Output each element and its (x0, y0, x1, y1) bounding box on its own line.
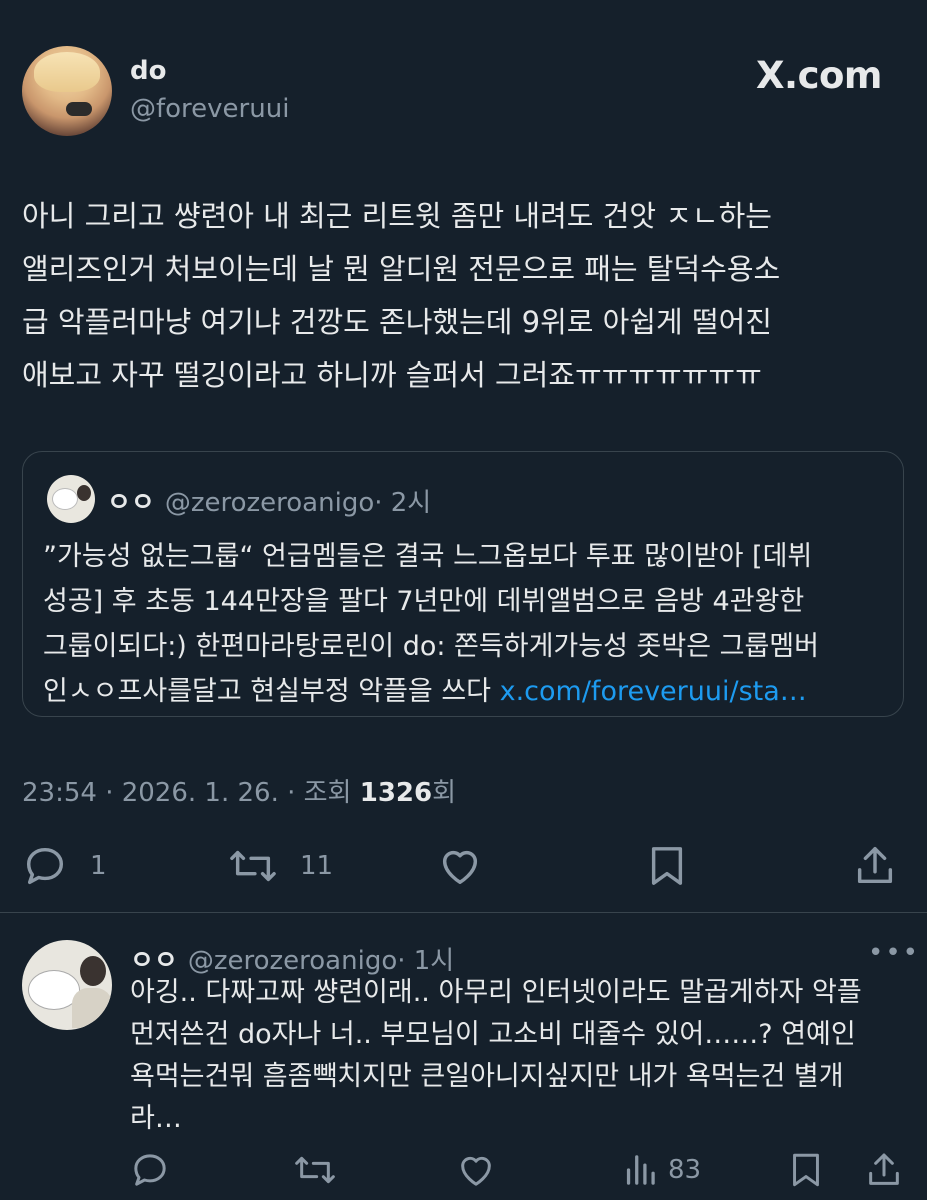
reply-count: 1 (90, 851, 107, 881)
views-icon (626, 1155, 655, 1185)
quoted-author-avatar (47, 475, 95, 523)
quoted-author-handle: @zerozeroanigo (164, 488, 375, 518)
like-icon (461, 1156, 491, 1186)
reply-button[interactable]: 1 (22, 843, 107, 889)
divider (0, 912, 927, 913)
retweet-icon (295, 1156, 335, 1184)
share-button[interactable] (852, 843, 898, 889)
reply-icon (134, 1154, 166, 1186)
bookmark-icon (651, 847, 683, 885)
retweet-count: 11 (300, 851, 334, 881)
author-avatar[interactable] (22, 46, 112, 136)
quoted-time: · 2시 (374, 488, 432, 518)
reply-views-count: 83 (668, 1155, 702, 1185)
reply-icon (26, 847, 64, 885)
timestamp: 23:54 · 2026. 1. 26. · 조회 (22, 778, 360, 808)
share-icon (857, 847, 893, 884)
reply-retweet-button[interactable] (293, 1150, 337, 1190)
retweet-icon (230, 850, 276, 882)
quoted-author-name: ㅇㅇ (107, 488, 155, 518)
more-options-icon[interactable]: ••• (868, 938, 920, 968)
reply-reply-button[interactable] (130, 1150, 170, 1190)
reply-like-button[interactable] (456, 1150, 496, 1190)
quoted-tweet-text: ”가능성 없는그룹“ 언급멤들은 결국 느그옵보다 투표 많이받아 [데뷔 성공… (43, 534, 893, 714)
tweet-meta: 23:54 · 2026. 1. 26. · 조회 1326회 (22, 772, 456, 809)
reply-author-avatar[interactable] (22, 940, 112, 1030)
reply-bookmark-button[interactable] (788, 1150, 824, 1190)
views-count: 1326 (359, 778, 433, 808)
retweet-button[interactable]: 11 (228, 843, 333, 889)
quoted-link[interactable]: x.com/foreveruui/sta… (500, 676, 807, 707)
reply-share-button[interactable] (864, 1150, 904, 1190)
quoted-tweet-card[interactable]: ㅇㅇ @zerozeroanigo· 2시 ”가능성 없는그룹“ 언급멤들은 결국… (22, 451, 904, 717)
like-icon (442, 850, 478, 885)
views-suffix: 회 (432, 778, 457, 808)
reply-views-button[interactable]: 83 (622, 1150, 701, 1190)
tweet-text: 아니 그리고 썅련아 내 최근 리트윗 좀만 내려도 건앗 ㅈㄴ하는 앨리즈인거… (22, 199, 781, 392)
quoted-tweet-header: ㅇㅇ @zerozeroanigo· 2시 (107, 482, 431, 519)
like-button[interactable] (436, 843, 484, 889)
x-logo: X.com (756, 54, 883, 97)
bookmark-icon (793, 1153, 819, 1187)
bookmark-button[interactable] (646, 843, 688, 889)
author-name[interactable]: do (130, 56, 166, 86)
share-icon (869, 1153, 899, 1185)
reply-text: 아깅.. 다짜고짜 썅련이래.. 아무리 인터넷이라도 말곱게하자 악플 먼저쓴… (130, 977, 862, 1134)
author-handle[interactable]: @foreveruui (130, 94, 289, 124)
